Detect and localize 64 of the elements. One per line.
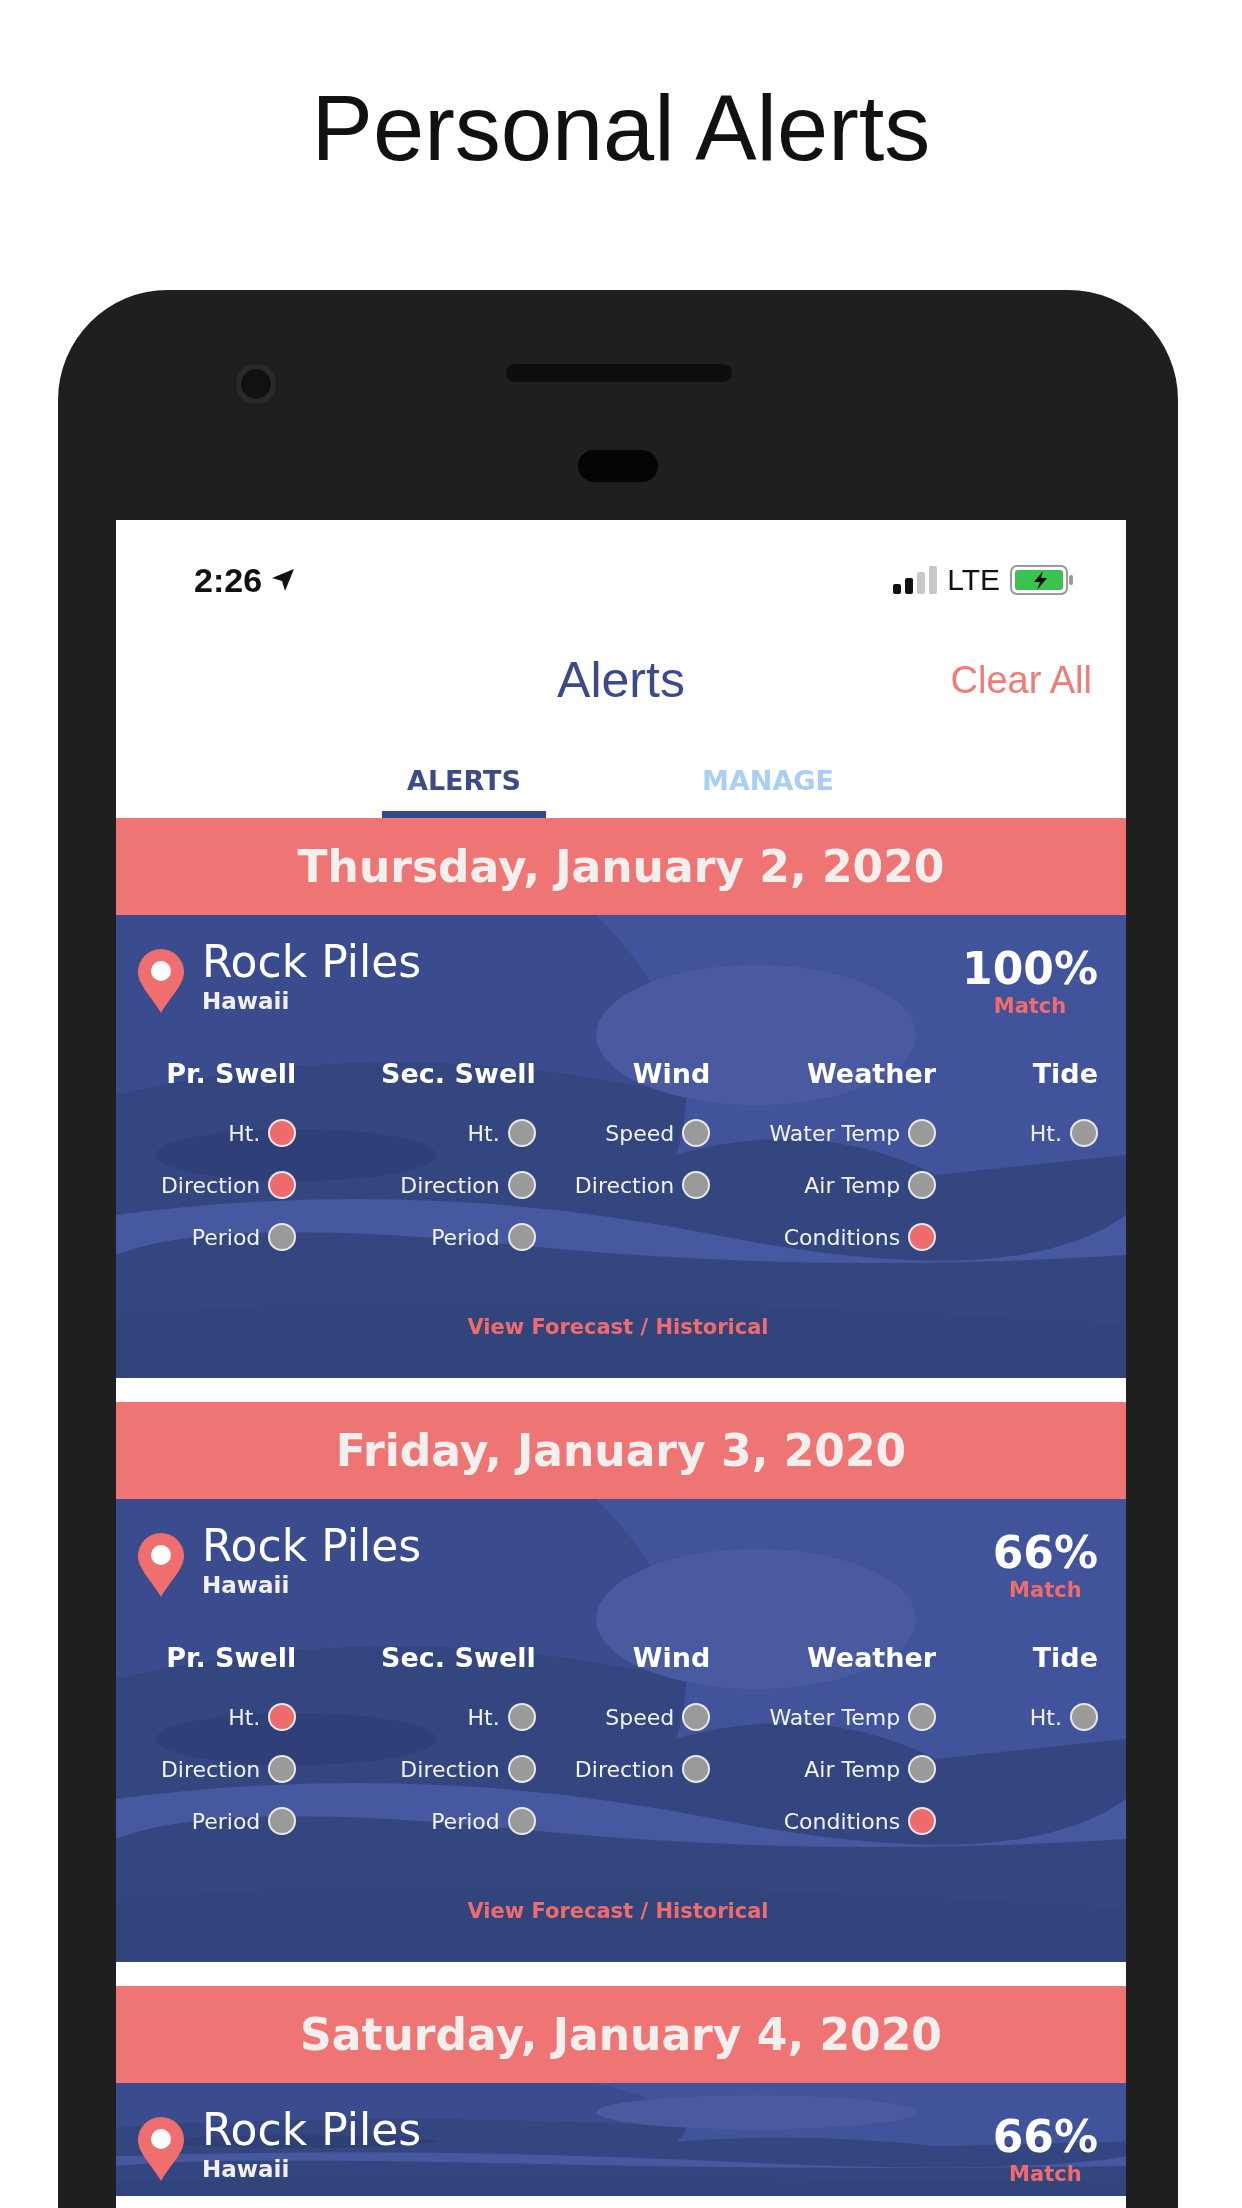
- map-pin-icon: [138, 949, 184, 1013]
- column-heading: Sec. Swell: [381, 1058, 536, 1089]
- criterion-label: Air Temp: [804, 1756, 901, 1782]
- criterion-label: Direction: [160, 1172, 261, 1198]
- camera-lens: [236, 364, 276, 404]
- date-banner: Saturday, January 4, 2020: [116, 1986, 1126, 2083]
- map-pin-icon: [138, 1533, 184, 1597]
- clear-all-button[interactable]: Clear All: [950, 658, 1092, 702]
- spot-name: Rock Piles: [202, 1521, 423, 1572]
- spot-name: Rock Piles: [202, 937, 423, 988]
- criterion-label: Conditions: [783, 1808, 901, 1834]
- column-heading: Sec. Swell: [381, 1642, 536, 1673]
- criterion-label: Period: [191, 1224, 261, 1250]
- criterion-label: Period: [431, 1224, 500, 1250]
- column-heading: Pr. Swell: [166, 1058, 297, 1089]
- column-heading: Weather: [807, 1642, 937, 1673]
- headline: Personal Alerts: [311, 78, 931, 181]
- column-heading: Weather: [807, 1058, 937, 1089]
- spot-name: Rock Piles: [202, 2105, 423, 2156]
- criterion-label: Water Temp: [769, 1120, 901, 1146]
- screen-title: Alerts: [557, 651, 685, 709]
- criterion-label: Direction: [400, 1756, 500, 1782]
- status-time: 2:26: [194, 560, 263, 600]
- map-pin-icon: [138, 2117, 184, 2181]
- column-heading: Pr. Swell: [166, 1642, 297, 1673]
- column-heading: Tide: [1032, 1642, 1098, 1673]
- match-percent: 66%: [992, 2111, 1098, 2162]
- criterion-label: Direction: [574, 1756, 675, 1782]
- spot-region: Hawaii: [202, 1571, 291, 1598]
- battery-icon: [1010, 565, 1074, 595]
- match-percent: 100%: [962, 943, 1098, 994]
- match-label: Match: [1009, 2162, 1082, 2186]
- spot-region: Hawaii: [202, 2155, 291, 2182]
- location-arrow-icon: [270, 567, 297, 593]
- criterion-label: Ht.: [228, 1704, 261, 1730]
- criterion-label: Speed: [605, 1704, 675, 1730]
- criterion-label: Air Temp: [804, 1172, 901, 1198]
- network-label: LTE: [947, 563, 1000, 597]
- date-banner: Thursday, January 2, 2020: [116, 818, 1126, 915]
- forecast-link[interactable]: View Forecast / Historical: [467, 1899, 769, 1923]
- spot-region: Hawaii: [202, 987, 291, 1014]
- match-percent: 66%: [992, 1527, 1098, 1578]
- column-heading: Wind: [632, 1058, 711, 1089]
- criterion-label: Speed: [605, 1120, 675, 1146]
- match-label: Match: [1009, 1578, 1082, 1602]
- column-heading: Tide: [1032, 1058, 1098, 1089]
- forecast-link[interactable]: View Forecast / Historical: [467, 1315, 769, 1339]
- date-banner: Friday, January 3, 2020: [116, 1402, 1126, 1499]
- criterion-label: Period: [191, 1808, 261, 1834]
- criterion-label: Conditions: [783, 1224, 901, 1250]
- criterion-label: Ht.: [1029, 1120, 1062, 1146]
- column-heading: Wind: [632, 1642, 711, 1673]
- criterion-label: Water Temp: [769, 1704, 901, 1730]
- criterion-label: Ht.: [228, 1120, 261, 1146]
- criterion-label: Ht.: [467, 1704, 500, 1730]
- criterion-label: Direction: [400, 1172, 500, 1198]
- criterion-label: Ht.: [1029, 1704, 1062, 1730]
- criterion-label: Period: [431, 1808, 500, 1834]
- criterion-label: Ht.: [467, 1120, 500, 1146]
- signal-icon: [893, 566, 938, 594]
- match-label: Match: [993, 994, 1067, 1018]
- criterion-label: Direction: [160, 1756, 261, 1782]
- tab[interactable]: MANAGE: [686, 756, 850, 818]
- criterion-label: Direction: [574, 1172, 675, 1198]
